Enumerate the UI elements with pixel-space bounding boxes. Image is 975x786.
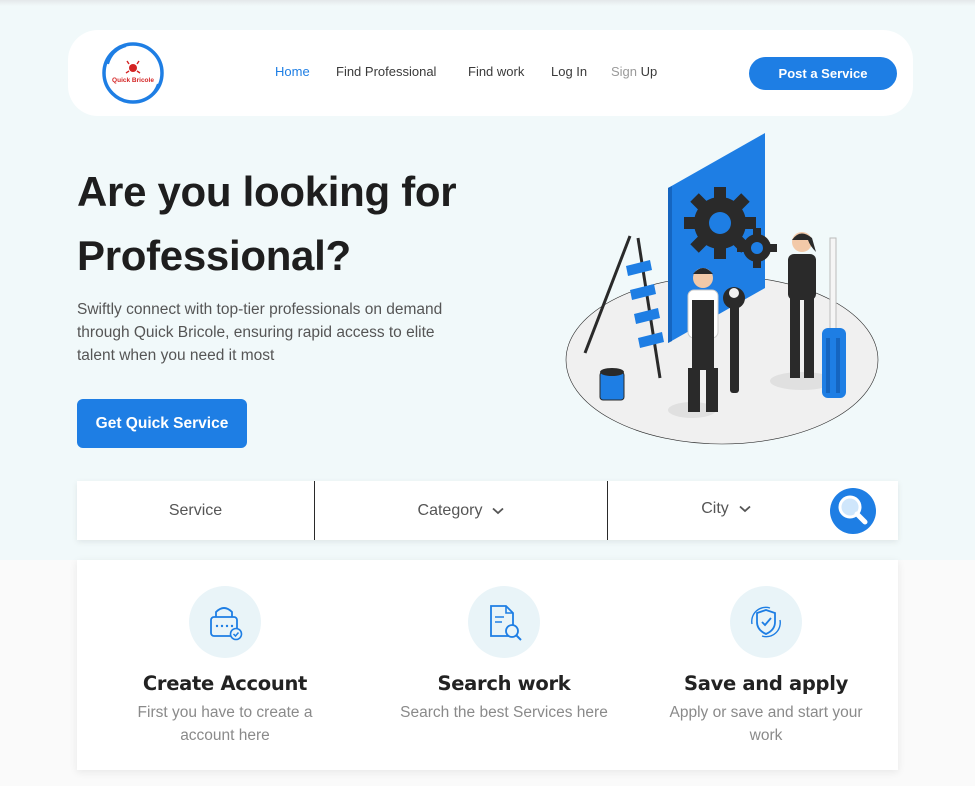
hero-title-line1: Are you looking for [77,168,457,215]
workers-illustration [560,128,885,448]
steps-card: Create Account First you have to create … [77,560,898,770]
nav-sign-up-part2: Up [640,64,658,79]
nav-log-in[interactable]: Log In [551,64,587,79]
step-description: First you have to create a account here [137,704,313,744]
step-description: Search the best Services here [400,704,608,721]
nav-find-professional[interactable]: Find Professional [336,64,436,79]
nav-sign-up[interactable]: Sign Up [611,64,657,79]
quick-bricole-logo[interactable]: Quick Bricole [100,40,166,106]
step-title: Search work [437,672,571,695]
top-shadow [0,0,975,6]
nav-home[interactable]: Home [275,64,310,79]
document-search-icon [468,586,540,658]
hero-subtitle: Swiftly connect with top-tier profession… [77,301,443,364]
nav-sign-up-part1: Sign [611,64,638,79]
category-select[interactable]: Category [315,481,607,540]
search-button[interactable] [830,488,876,534]
step-title: Save and apply [684,672,848,695]
service-input[interactable]: Service [77,481,314,540]
category-label: Category [417,501,483,519]
search-icon [838,495,868,525]
get-quick-service-button[interactable]: Get Quick Service [77,399,247,448]
post-service-button[interactable]: Post a Service [749,57,897,90]
step-save-and-apply: Save and apply Apply or save and start y… [646,586,886,747]
city-label: City [701,499,729,517]
search-bar: Service Category City [77,481,898,540]
hero-title-line2: Professional? [77,232,351,279]
step-create-account: Create Account First you have to create … [105,586,345,747]
hero-title: Are you looking for Professional? [77,160,557,288]
step-description: Apply or save and start your work [669,704,863,744]
city-select[interactable]: City [608,479,844,538]
chevron-down-icon [492,502,505,520]
navbar: Quick Bricole Home Find Professional Fin… [68,30,913,116]
lock-icon [189,586,261,658]
chevron-down-icon [739,500,751,518]
step-search-work: Search work Search the best Services her… [384,586,624,724]
svg-text:Quick Bricole: Quick Bricole [112,77,154,84]
nav-find-work[interactable]: Find work [468,64,524,79]
shield-check-icon [730,586,802,658]
step-title: Create Account [142,672,308,695]
